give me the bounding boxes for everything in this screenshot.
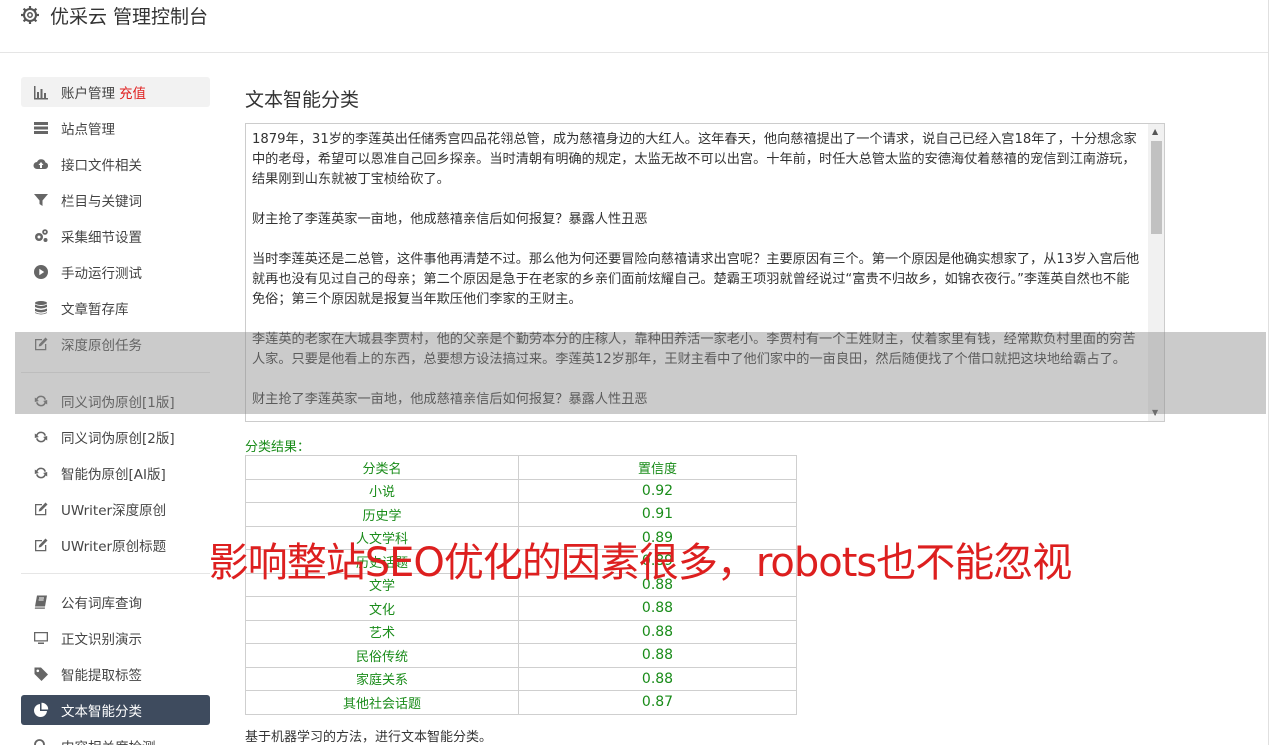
article-paragraph: 当时李莲英还是二总管，这件事他再清楚不过。那么他为何还要冒险向慈禧请求出宫呢？主… [252, 252, 1140, 307]
sidebar-item-label: 栏目与关键词 [61, 194, 142, 210]
table-row: 历史学 0.91 [245, 502, 797, 527]
category-cell: 家庭关系 [245, 666, 519, 691]
sidebar-item-extract-tags[interactable]: 智能提取标签 [21, 659, 210, 689]
confidence-cell: 0.91 [518, 502, 797, 527]
table-header-row: 分类名 置信度 [245, 455, 797, 480]
table-row: 民俗传统 0.88 [245, 643, 797, 668]
article-paragraph: 1879年，31岁的李莲英出任储秀宫四品花翎总管，成为慈禧身边的大红人。这年春天… [252, 132, 1137, 187]
method-description: 基于机器学习的方法，进行文本智能分类。 [245, 730, 493, 745]
table-row: 其他社会话题 0.87 [245, 690, 797, 715]
result-label: 分类结果： [245, 440, 311, 455]
sidebar-item-label: 接口文件相关 [61, 158, 142, 174]
book-icon [32, 593, 50, 611]
recharge-link[interactable]: 充值 [119, 82, 146, 102]
sidebar-item-label: 文本智能分类 [61, 704, 142, 720]
bar-chart-icon [32, 83, 50, 101]
sidebar-item-collect-settings[interactable]: 采集细节设置 [21, 221, 210, 251]
scrollbar-thumb[interactable] [1151, 141, 1162, 234]
sidebar-item-label: 智能提取标签 [61, 668, 142, 684]
confidence-cell: 0.88 [518, 596, 797, 621]
edit-icon [32, 500, 50, 518]
monitor-icon [32, 629, 50, 647]
confidence-cell: 0.87 [518, 690, 797, 715]
sidebar-item-label: 智能伪原创[AI版] [61, 467, 166, 483]
sidebar-item-body-recognition[interactable]: 正文识别演示 [21, 623, 210, 653]
confidence-cell: 0.88 [518, 619, 797, 644]
console-title: 优采云 管理控制台 [50, 6, 209, 28]
search-icon [32, 737, 50, 745]
database-icon [32, 299, 50, 317]
sidebar-item-ai-rewrite[interactable]: 智能伪原创[AI版] [21, 458, 210, 488]
column-header-confidence: 置信度 [518, 455, 797, 480]
pie-chart-icon [32, 701, 50, 719]
page-title: 文本智能分类 [245, 89, 360, 111]
category-cell: 小说 [245, 478, 519, 503]
top-header: 优采云 管理控制台 [0, 0, 1268, 53]
sidebar-item-label: 同义词伪原创[2版] [61, 431, 175, 447]
cloud-upload-icon [32, 155, 50, 173]
category-cell: 其他社会话题 [245, 690, 519, 715]
confidence-cell: 0.92 [518, 478, 797, 503]
table-row: 小说 0.92 [245, 478, 797, 503]
sidebar-item-label: 手动运行测试 [61, 266, 142, 282]
sidebar-item-text-classify[interactable]: 文本智能分类 [21, 695, 210, 725]
sidebar-item-relevance-check[interactable]: 内容相关度检测 [21, 731, 210, 745]
column-header-category: 分类名 [245, 455, 519, 480]
sidebar-item-label: 文章暂存库 [61, 302, 129, 318]
sidebar-item-label: 站点管理 [61, 122, 115, 138]
sidebar-item-article-store[interactable]: 文章暂存库 [21, 293, 210, 323]
sidebar-item-label: 正文识别演示 [61, 632, 142, 648]
category-cell: 民俗传统 [245, 643, 519, 668]
confidence-cell: 0.88 [518, 666, 797, 691]
table-row: 艺术 0.88 [245, 619, 797, 644]
tag-icon [32, 665, 50, 683]
sidebar-item-uwriter-deep[interactable]: UWriter深度原创 [21, 494, 210, 524]
refresh-icon [32, 428, 50, 446]
sidebar-item-synonym-v2[interactable]: 同义词伪原创[2版] [21, 422, 210, 452]
filter-icon [32, 191, 50, 209]
sidebar-item-label: 内容相关度检测 [61, 736, 156, 745]
sidebar-item-label: 公有词库查询 [61, 596, 142, 612]
table-row: 家庭关系 0.88 [245, 666, 797, 691]
article-paragraph: 财主抢了李莲英家一亩地，他成慈禧亲信后如何报复？暴露人性丑恶 [252, 212, 648, 227]
overlay-banner-caption: 影响整站SEO优化的因素很多，robots也不能忽视 [208, 540, 1073, 586]
sidebar-item-label: 账户管理 [61, 86, 115, 102]
sidebar-item-manual-run[interactable]: 手动运行测试 [21, 257, 210, 287]
category-cell: 历史学 [245, 502, 519, 527]
right-border [1268, 0, 1269, 745]
sidebar-item-label: UWriter深度原创 [61, 503, 167, 519]
server-icon [32, 119, 50, 137]
gray-overlay-band [15, 332, 1266, 414]
category-cell: 艺术 [245, 619, 519, 644]
sidebar-item-sites[interactable]: 站点管理 [21, 113, 210, 143]
refresh-icon [32, 464, 50, 482]
sidebar-item-label: 采集细节设置 [61, 230, 142, 246]
category-cell: 文化 [245, 596, 519, 621]
scroll-up-arrow-icon[interactable]: ▲ [1152, 128, 1158, 136]
gears-icon [32, 227, 50, 245]
confidence-cell: 0.88 [518, 643, 797, 668]
gear-icon [21, 6, 39, 24]
sidebar-item-interface-files[interactable]: 接口文件相关 [21, 149, 210, 179]
play-circle-icon [32, 263, 50, 281]
table-row: 文化 0.88 [245, 596, 797, 621]
sidebar-item-columns-keywords[interactable]: 栏目与关键词 [21, 185, 210, 215]
sidebar-item-public-lexicon[interactable]: 公有词库查询 [21, 587, 210, 617]
sidebar-item-account[interactable]: 账户管理 充值 [21, 77, 210, 107]
